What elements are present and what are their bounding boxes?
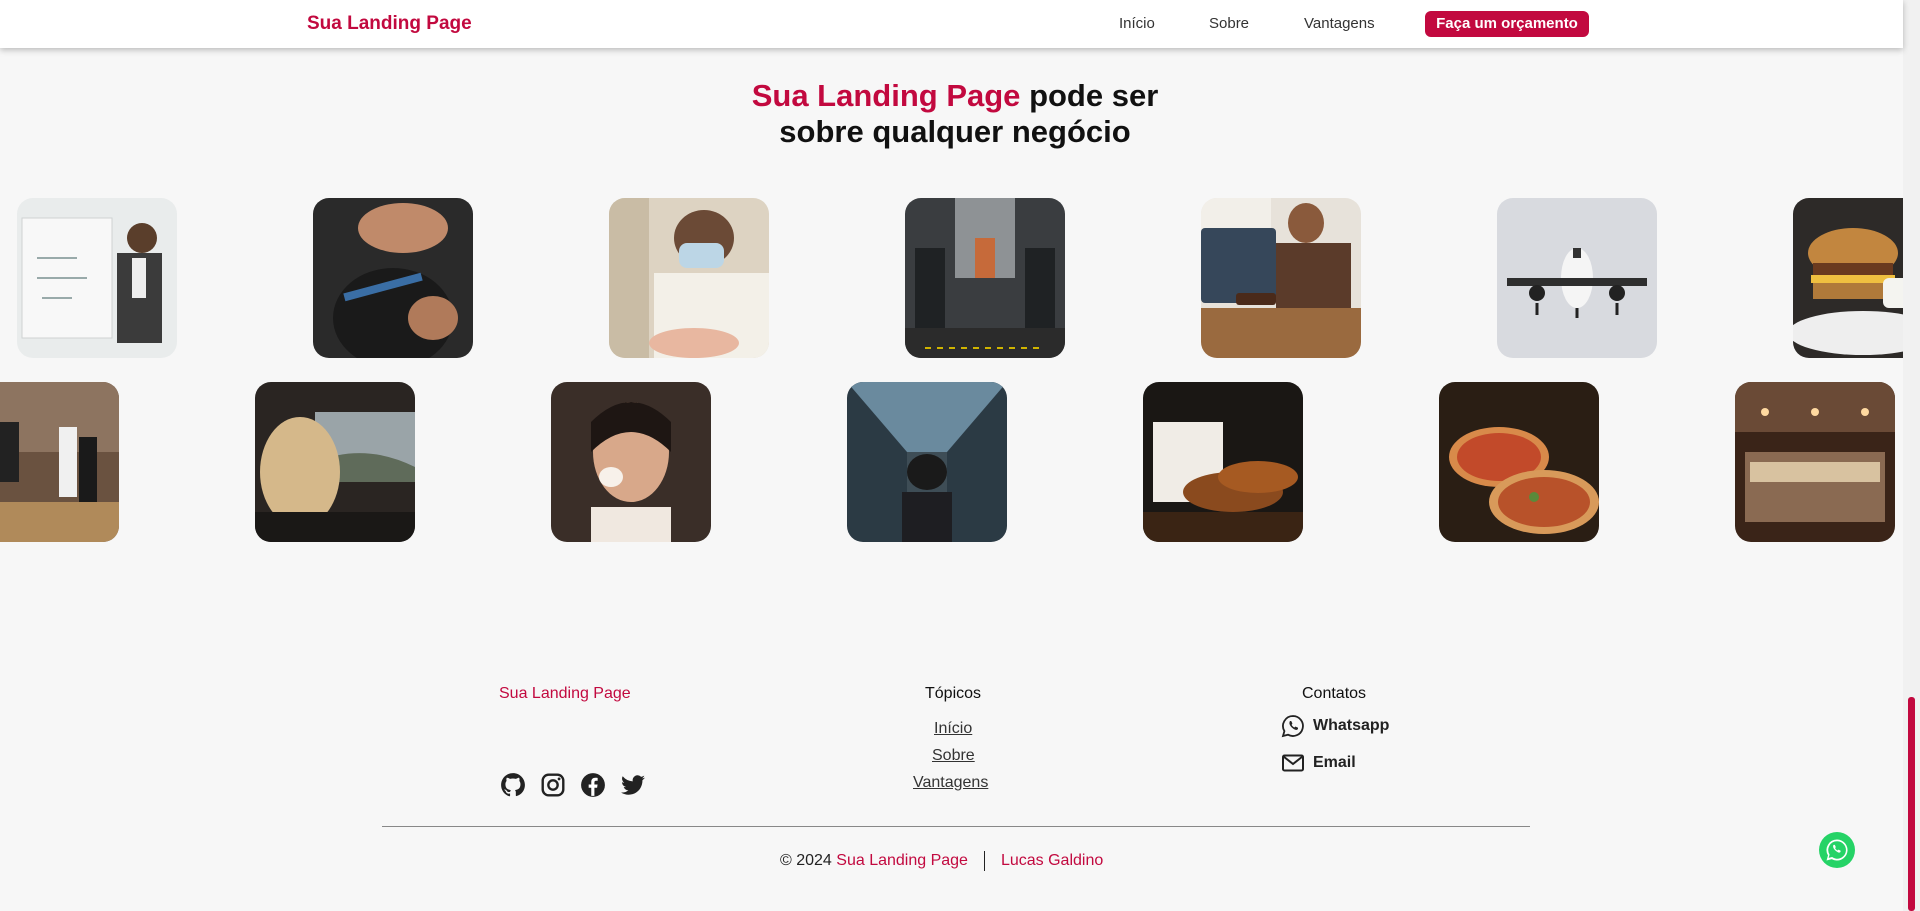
image-airplane [1497, 198, 1657, 358]
instagram-icon[interactable] [540, 772, 566, 798]
image-dentist [609, 198, 769, 358]
image-bakery-store [1735, 382, 1895, 542]
nav-link-sobre[interactable]: Sobre [1209, 15, 1249, 32]
twitter-icon[interactable] [620, 772, 646, 798]
nav-link-vantagens[interactable]: Vantagens [1304, 15, 1375, 32]
footer-link-sobre[interactable]: Sobre [932, 747, 975, 765]
contacts-title: Contatos [1302, 685, 1367, 702]
top-navbar: Sua Landing Page Início Sobre Vantagens … [0, 0, 1903, 48]
mail-icon [1281, 751, 1305, 775]
image-shoes-clothes [1143, 382, 1303, 542]
github-icon[interactable] [500, 772, 526, 798]
contact-whatsapp[interactable]: Whatsapp [1281, 714, 1389, 738]
topics-title: Tópicos [925, 685, 982, 702]
contact-email-label: Email [1313, 754, 1356, 771]
whatsapp-float-button[interactable] [1818, 831, 1856, 869]
copyright-brand[interactable]: Sua Landing Page [836, 852, 968, 870]
title-line2: sobre qualquer negócio [779, 114, 1131, 149]
whatsapp-icon [1281, 714, 1305, 738]
footer-link-inicio[interactable]: Início [934, 720, 972, 738]
brand-logo[interactable]: Sua Landing Page [307, 13, 472, 35]
image-escalator-dancer [847, 382, 1007, 542]
social-links [500, 772, 646, 798]
image-pizza [1439, 382, 1599, 542]
image-musicians [0, 382, 119, 542]
image-gym [905, 198, 1065, 358]
copyright-prefix: © 2024 [780, 852, 832, 869]
scrollbar-thumb[interactable] [1908, 697, 1915, 911]
footer-brand[interactable]: Sua Landing Page [499, 685, 631, 703]
page-scrollbar[interactable] [1903, 0, 1920, 911]
contact-whatsapp-label: Whatsapp [1313, 717, 1390, 734]
quote-button[interactable]: Faça um orçamento [1425, 11, 1589, 37]
image-makeup [551, 382, 711, 542]
copyright-separator [983, 851, 985, 871]
footer-link-vantagens[interactable]: Vantagens [913, 774, 988, 792]
footer-divider [382, 826, 1530, 827]
nav-link-inicio[interactable]: Início [1119, 15, 1155, 32]
title-accent: Sua Landing Page [751, 78, 1021, 113]
image-whiteboard-presenter [17, 198, 177, 358]
contact-email[interactable]: Email [1281, 751, 1356, 775]
author-link[interactable]: Lucas Galdino [1001, 852, 1103, 870]
section-title: Sua Landing Page pode ser sobre qualquer… [0, 78, 1910, 150]
copyright: © 2024 Sua Landing Page Lucas Galdino [780, 851, 1103, 871]
image-burger [1793, 198, 1920, 358]
image-car-driver [255, 382, 415, 542]
image-lawyer [1201, 198, 1361, 358]
image-barber [313, 198, 473, 358]
facebook-icon[interactable] [580, 772, 606, 798]
title-rest: pode ser [1029, 78, 1159, 113]
